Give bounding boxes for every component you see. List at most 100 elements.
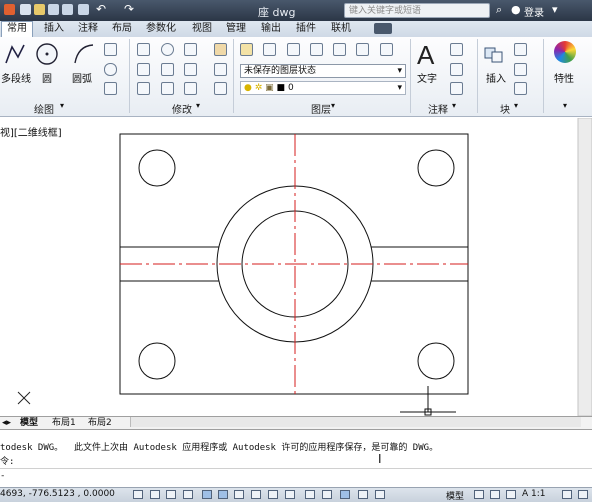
otrack-icon[interactable]	[251, 490, 261, 499]
modify-expand-icon[interactable]: ▾	[196, 101, 200, 110]
text-label[interactable]: 文字	[417, 70, 437, 85]
insert-label[interactable]: 插入	[486, 70, 506, 85]
coordinate-readout[interactable]: 4693, -776.5123 , 0.0000	[0, 489, 115, 499]
open-icon[interactable]	[34, 4, 45, 15]
annotation-expand-icon[interactable]: ▾	[452, 101, 456, 110]
help-dropdown-icon[interactable]: ▾	[552, 3, 558, 16]
save-icon[interactable]	[48, 4, 59, 15]
move-icon[interactable]	[137, 43, 150, 56]
modify-group-label[interactable]: 修改	[172, 101, 192, 116]
annotation-scale[interactable]: A 1:1	[522, 489, 546, 499]
login-link[interactable]: 登录	[524, 4, 544, 19]
model-space-label[interactable]: 模型	[446, 489, 464, 502]
tab-nav-arrows[interactable]: ◂▸	[2, 417, 11, 429]
command-prompt[interactable]: 令:	[0, 454, 14, 467]
annotation-group-label[interactable]: 注释	[428, 101, 448, 116]
layer-tool-icon[interactable]	[310, 43, 323, 56]
draw-expand-icon[interactable]: ▾	[60, 101, 64, 110]
explode-icon[interactable]	[214, 63, 227, 76]
block-group-label[interactable]: 块	[500, 101, 510, 116]
fillet-icon[interactable]	[184, 63, 197, 76]
tab-parametric[interactable]: 参数化	[146, 22, 176, 36]
ortho-icon[interactable]	[183, 490, 193, 499]
vertical-scrollbar[interactable]	[577, 118, 592, 416]
tab-manage[interactable]: 管理	[226, 22, 246, 36]
offset-icon[interactable]	[214, 82, 227, 95]
layer-dropdown[interactable]: ● ✲ ▣ ■ 0 ▾	[240, 81, 406, 95]
annotation-monitor-icon[interactable]	[375, 490, 385, 499]
tab-output[interactable]: 输出	[261, 22, 281, 36]
tab-layout[interactable]: 布局	[112, 22, 132, 36]
block-expand-icon[interactable]: ▾	[514, 101, 518, 110]
table-icon[interactable]	[450, 82, 463, 95]
layer-state-dropdown[interactable]: 未保存的图层状态 ▾	[240, 64, 406, 78]
mirror-icon[interactable]	[161, 63, 174, 76]
polyline-label[interactable]: 多段线	[1, 70, 31, 85]
polyline-icon[interactable]	[4, 41, 26, 67]
edit-block-icon[interactable]	[514, 63, 527, 76]
dyn-icon[interactable]	[285, 490, 295, 499]
3d-osnap-icon[interactable]	[234, 490, 244, 499]
search-input[interactable]: 键入关键字或短语	[344, 3, 490, 18]
tab-layout2[interactable]: 布局2	[88, 417, 112, 429]
draw-group-label[interactable]: 绘图	[34, 101, 54, 116]
hatch-icon[interactable]	[104, 82, 117, 95]
lock-ui-icon[interactable]	[578, 490, 588, 499]
command-window[interactable]: todesk DWG。 此文件上次由 Autodesk 应用程序或 Autode…	[0, 429, 592, 488]
layer-tool-icon[interactable]	[356, 43, 369, 56]
save-as-icon[interactable]	[62, 4, 73, 15]
lineweight-icon[interactable]	[305, 490, 315, 499]
command-input[interactable]: -	[0, 471, 5, 481]
quick-view-drawings-icon[interactable]	[490, 490, 500, 499]
transparency-icon[interactable]	[322, 490, 332, 499]
quick-view-layouts-icon[interactable]	[474, 490, 484, 499]
infer-constraints-icon[interactable]	[133, 490, 143, 499]
insert-block-icon[interactable]	[483, 42, 505, 66]
plot-icon[interactable]	[78, 4, 89, 15]
properties-label[interactable]: 特性	[554, 70, 574, 85]
tab-home[interactable]: 常用	[1, 21, 33, 37]
layers-group-label[interactable]: 图层	[311, 101, 331, 116]
osnap-icon[interactable]	[218, 490, 228, 499]
edit-attributes-icon[interactable]	[514, 82, 527, 95]
layers-expand-icon[interactable]: ▾	[331, 101, 335, 110]
circle-tool-icon[interactable]	[35, 42, 59, 66]
rotate-icon[interactable]	[161, 43, 174, 56]
pan-icon[interactable]	[506, 490, 516, 499]
layer-tool-icon[interactable]	[263, 43, 276, 56]
snap-icon[interactable]	[150, 490, 160, 499]
create-block-icon[interactable]	[514, 43, 527, 56]
ellipse-icon[interactable]	[104, 63, 117, 76]
grid-icon[interactable]	[166, 490, 176, 499]
polar-icon[interactable]	[202, 490, 212, 499]
tab-model[interactable]: 模型	[20, 417, 38, 429]
properties-expand-icon[interactable]: ▾	[563, 101, 567, 110]
tab-plugins[interactable]: 插件	[296, 22, 316, 36]
linear-dimension-icon[interactable]	[450, 43, 463, 56]
workspace-icon[interactable]	[562, 490, 572, 499]
rectangle-icon[interactable]	[104, 43, 117, 56]
app-menu-icon[interactable]	[4, 4, 15, 15]
layer-tool-icon[interactable]	[333, 43, 346, 56]
trim-icon[interactable]	[184, 43, 197, 56]
erase-icon[interactable]	[214, 43, 227, 56]
tab-annotate[interactable]: 注释	[78, 22, 98, 36]
tab-view[interactable]: 视图	[192, 22, 212, 36]
tab-online[interactable]: 联机	[331, 22, 351, 36]
selection-cycling-icon[interactable]	[358, 490, 368, 499]
text-tool-icon[interactable]: A	[417, 40, 434, 71]
layer-properties-icon[interactable]	[240, 43, 253, 56]
tab-insert[interactable]: 插入	[44, 22, 64, 36]
array-icon[interactable]	[184, 82, 197, 95]
search-icon[interactable]: ⌕	[496, 3, 502, 17]
layer-tool-icon[interactable]	[380, 43, 393, 56]
new-icon[interactable]	[20, 4, 31, 15]
arc-tool-icon[interactable]	[72, 42, 96, 66]
properties-icon[interactable]	[554, 41, 576, 63]
horizontal-scrollbar[interactable]	[130, 417, 581, 427]
arc-label[interactable]: 圆弧	[72, 70, 92, 85]
undo-icon[interactable]: ↶	[96, 2, 106, 16]
quick-properties-icon[interactable]	[340, 490, 350, 499]
scale-icon[interactable]	[161, 82, 174, 95]
ducs-icon[interactable]	[268, 490, 278, 499]
